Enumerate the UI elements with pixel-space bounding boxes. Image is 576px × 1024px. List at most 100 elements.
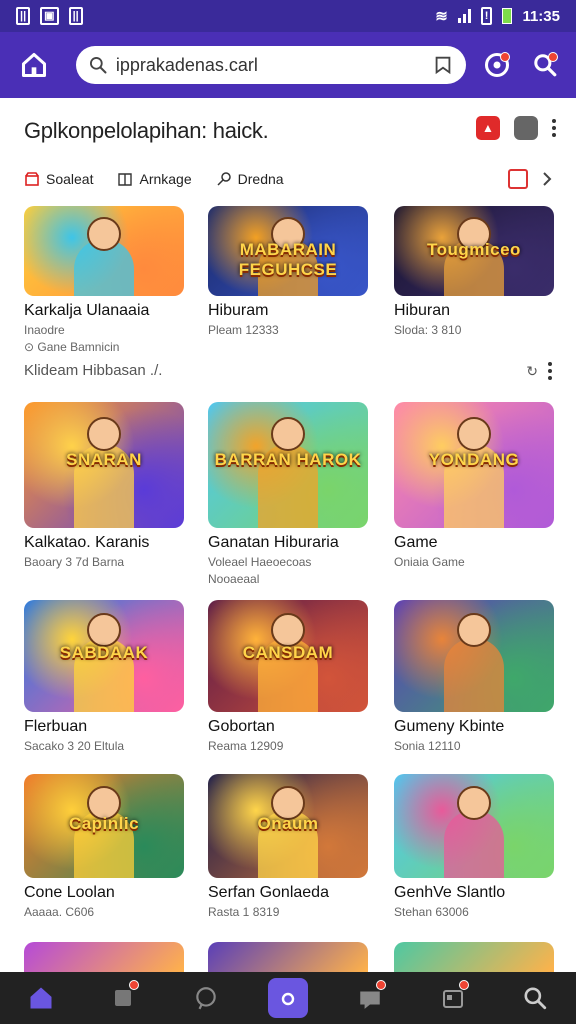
- refresh-icon[interactable]: ↻: [526, 363, 538, 380]
- image-icon: ▣: [40, 7, 59, 25]
- flag-icon[interactable]: ▲: [476, 116, 500, 140]
- calendar-icon: [442, 990, 463, 1008]
- game-meta: Aaaaa. C606: [24, 905, 95, 919]
- game-card[interactable]: Karkalja Ulanaaia Inaodre ⊙ Gane Bamnicin: [24, 206, 184, 354]
- chip-row-actions: [508, 169, 554, 189]
- chip-label: Dredna: [237, 171, 284, 187]
- thumbnail-title-art: SNARAN: [66, 449, 142, 469]
- thumbnail-title-art: CANSDAM: [242, 642, 334, 662]
- nav-chat[interactable]: [186, 978, 226, 1018]
- edit-icon[interactable]: [514, 116, 538, 140]
- character-head: [87, 216, 121, 251]
- pin-icon: [217, 172, 231, 186]
- game-thumbnail[interactable]: [208, 942, 368, 972]
- notifications-button[interactable]: [480, 48, 514, 82]
- game-title[interactable]: Gumeny Kbinte: [394, 718, 554, 736]
- nav-camera[interactable]: [267, 978, 308, 1018]
- game-meta: Sonia 12110: [394, 739, 461, 753]
- game-card[interactable]: Tougmiceo Hiburan Sloda: 3 810: [394, 206, 554, 337]
- top-app-bar: [0, 32, 576, 98]
- search-button[interactable]: [528, 48, 562, 82]
- game-meta: Voleael Haeoecoas: [208, 555, 312, 569]
- home-button[interactable]: [14, 45, 54, 85]
- game-thumbnail[interactable]: BARRAN HAROK: [208, 402, 368, 528]
- nav-calendar[interactable]: [433, 978, 473, 1018]
- game-card[interactable]: BARRAN HAROK Ganatan Hiburaria Voleael Hae…: [208, 402, 368, 586]
- more-icon[interactable]: [552, 119, 556, 137]
- game-thumbnail[interactable]: [394, 600, 554, 712]
- nav-home[interactable]: [21, 978, 61, 1018]
- alarm-icon: !: [480, 7, 493, 25]
- game-card[interactable]: SABDAAK Flerbuan Sacako 3 20 Eltula: [24, 600, 184, 753]
- game-title[interactable]: Serfan Gonlaeda: [208, 884, 368, 902]
- search-icon: [524, 987, 546, 1010]
- section-title: Gplkonpelolapihan: haick.: [24, 118, 269, 143]
- game-thumbnail[interactable]: YONDANG: [394, 402, 554, 528]
- bookmark-icon[interactable]: [432, 54, 454, 76]
- game-thumbnail[interactable]: [394, 942, 554, 972]
- game-meta: Sloda: 3 810: [394, 323, 462, 337]
- game-thumbnail[interactable]: SABDAAK: [24, 600, 184, 712]
- nav-badge: [376, 980, 387, 990]
- game-card[interactable]: CANSDAM Gobortan Reama 12909: [208, 600, 368, 753]
- game-title[interactable]: Ganatan Hiburaria: [208, 534, 368, 552]
- character-head: [457, 417, 491, 452]
- game-thumbnail[interactable]: MABARAIN FEGUHCSE: [208, 206, 368, 296]
- search-bar[interactable]: [75, 46, 467, 84]
- sim-icon: ||: [68, 7, 83, 25]
- more-icon[interactable]: [548, 362, 552, 380]
- thumbnail-title-art: Capinlic: [68, 813, 140, 833]
- game-thumbnail[interactable]: CANSDAM: [208, 600, 368, 712]
- nav-badge: [458, 980, 469, 990]
- game-title[interactable]: Cone Loolan: [24, 884, 184, 902]
- game-thumbnail[interactable]: [394, 774, 554, 878]
- thumbnail-title-art: YONDANG: [428, 449, 520, 469]
- search-badge: [548, 52, 558, 62]
- chevron-right-icon[interactable]: [540, 171, 554, 187]
- nav-messages[interactable]: [350, 978, 390, 1018]
- character-head: [271, 417, 305, 452]
- game-thumbnail[interactable]: [24, 942, 184, 972]
- game-thumbnail[interactable]: Onaum: [208, 774, 368, 878]
- game-meta: Inaodre: [24, 323, 65, 337]
- game-thumbnail[interactable]: [24, 206, 184, 296]
- game-title[interactable]: Gobortan: [208, 718, 368, 736]
- nav-inbox[interactable]: [103, 978, 143, 1018]
- game-title[interactable]: GenhVe Slantlo: [394, 884, 554, 902]
- search-input[interactable]: [115, 54, 433, 76]
- subsection-actions: ↻: [526, 362, 552, 380]
- calendar-icon[interactable]: [508, 169, 528, 189]
- game-card[interactable]: MABARAIN FEGUHCSE Hiburam Pleam 12333: [208, 206, 368, 337]
- game-card[interactable]: Capinlic Cone Loolan Aaaaa. C606: [24, 774, 184, 919]
- wifi-icon: ≋: [435, 8, 448, 25]
- character-art: [444, 810, 504, 878]
- game-title[interactable]: Karkalja Ulanaaia: [24, 302, 184, 320]
- game-title[interactable]: Hiburam: [208, 302, 368, 320]
- status-left-icons: || ▣ ||: [16, 7, 83, 25]
- game-card[interactable]: Gumeny Kbinte Sonia 12110: [394, 600, 554, 753]
- game-thumbnail[interactable]: SNARAN: [24, 402, 184, 528]
- game-thumbnail[interactable]: Tougmiceo: [394, 206, 554, 296]
- game-title[interactable]: Hiburan: [394, 302, 554, 320]
- game-title[interactable]: Flerbuan: [24, 718, 184, 736]
- chip-shop[interactable]: Soaleat: [24, 171, 93, 187]
- game-title[interactable]: Kalkatao. Karanis: [24, 534, 184, 552]
- game-meta-secondary: ⊙ Gane Bamnicin: [24, 340, 120, 354]
- chip-pin[interactable]: Dredna: [216, 171, 284, 187]
- home-icon: [30, 987, 52, 1009]
- search-icon: [89, 57, 107, 74]
- chip-book[interactable]: Arnkage: [117, 171, 192, 187]
- game-card[interactable]: SNARAN Kalkatao. Karanis Baoary 3 7d Barna: [24, 402, 184, 569]
- game-thumbnail[interactable]: Capinlic: [24, 774, 184, 878]
- thumbnail-title-art: SABDAAK: [59, 642, 149, 662]
- game-meta: Baoary 3 7d Barna: [24, 555, 125, 569]
- nav-badge: [129, 980, 140, 990]
- game-card[interactable]: GenhVe Slantlo Stehan 63006: [394, 774, 554, 919]
- nav-search[interactable]: [515, 978, 555, 1018]
- signal-icon: [457, 9, 471, 23]
- chip-label: Soaleat: [46, 171, 94, 187]
- game-card[interactable]: Onaum Serfan Gonlaeda Rasta 1 8319: [208, 774, 368, 919]
- game-card[interactable]: YONDANG Game Oniaia Game: [394, 402, 554, 569]
- thumbnail-title-art: Tougmiceo: [427, 240, 521, 260]
- game-title[interactable]: Game: [394, 534, 554, 552]
